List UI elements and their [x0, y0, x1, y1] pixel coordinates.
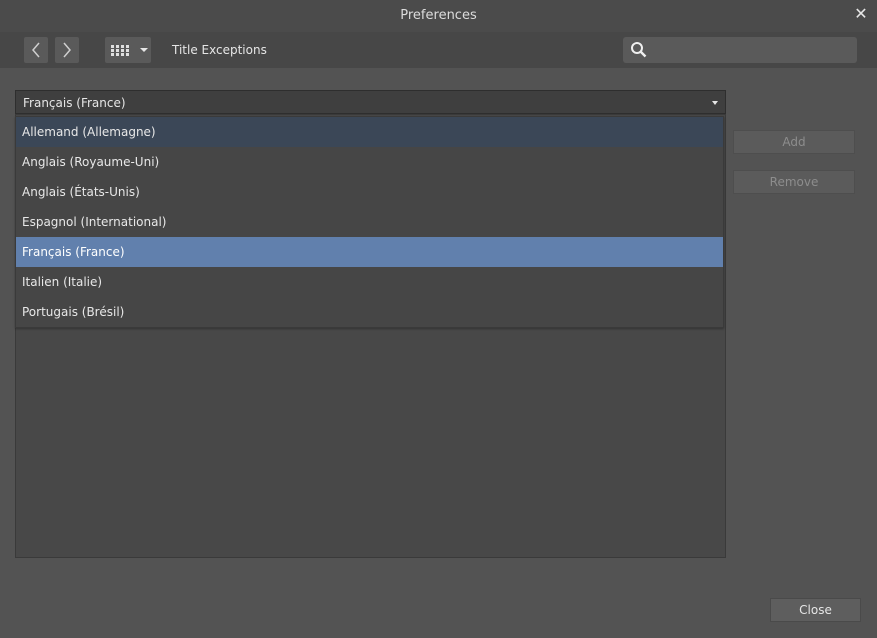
window-title: Preferences — [400, 8, 477, 23]
title-bar: Preferences ✕ — [0, 0, 877, 32]
language-option[interactable]: Italien (Italie) — [16, 267, 723, 297]
grid-icon — [111, 45, 129, 56]
language-select-value: Français (France) — [23, 96, 126, 110]
language-option-selected[interactable]: Français (France) — [16, 237, 723, 267]
add-button[interactable]: Add — [733, 130, 855, 154]
language-option[interactable]: Anglais (États-Unis) — [16, 177, 723, 207]
chevron-down-icon — [712, 101, 718, 105]
remove-button[interactable]: Remove — [733, 170, 855, 194]
search-input[interactable] — [655, 40, 851, 62]
back-button[interactable] — [24, 37, 48, 63]
language-select[interactable]: Français (France) — [15, 90, 726, 114]
close-icon[interactable]: ✕ — [853, 6, 869, 22]
language-dropdown-list: Allemand (Allemagne) Anglais (Royaume-Un… — [15, 116, 724, 328]
search-box[interactable] — [623, 37, 857, 63]
language-option[interactable]: Portugais (Brésil) — [16, 297, 723, 327]
language-option[interactable]: Allemand (Allemagne) — [16, 117, 723, 147]
chevron-left-icon — [32, 42, 40, 58]
chevron-right-icon — [63, 42, 71, 58]
search-icon — [631, 42, 647, 58]
language-option[interactable]: Espagnol (International) — [16, 207, 723, 237]
chevron-down-icon — [140, 48, 148, 52]
section-label: Title Exceptions — [172, 43, 267, 57]
forward-button[interactable] — [55, 37, 79, 63]
grid-view-button[interactable] — [105, 37, 151, 63]
toolbar: Title Exceptions — [0, 32, 877, 68]
language-option[interactable]: Anglais (Royaume-Uni) — [16, 147, 723, 177]
close-button[interactable]: Close — [770, 598, 861, 622]
